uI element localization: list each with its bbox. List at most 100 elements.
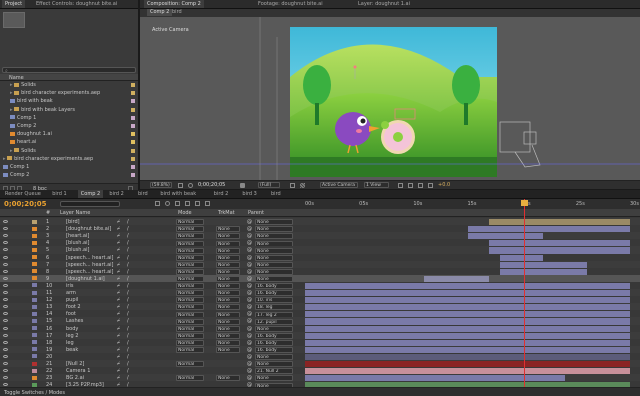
- label-color-swatch[interactable]: [131, 107, 135, 112]
- mode-column-header[interactable]: Mode: [178, 210, 192, 216]
- project-search-input[interactable]: ⌕: [2, 67, 136, 74]
- region-of-interest-icon[interactable]: [290, 183, 295, 188]
- timeline-tab[interactable]: bird: [135, 190, 151, 198]
- label-color-swatch[interactable]: [131, 91, 135, 96]
- fast-previews-icon[interactable]: [408, 183, 413, 188]
- label-color-swatch[interactable]: [131, 99, 135, 104]
- visibility-eye-icon[interactable]: [3, 362, 8, 365]
- timeline-timecode[interactable]: 0;00;20;05: [4, 200, 47, 208]
- snapshot-icon[interactable]: [240, 183, 245, 188]
- safe-zones-icon[interactable]: [178, 183, 183, 188]
- label-color-swatch[interactable]: [131, 148, 135, 153]
- label-color-swatch[interactable]: [32, 269, 37, 274]
- visibility-eye-icon[interactable]: [3, 291, 8, 294]
- project-item[interactable]: Comp 2: [0, 172, 138, 179]
- view-layout-dropdown[interactable]: 1 View: [364, 182, 389, 189]
- time-ruler[interactable]: 00s05s10s15s20s25s30s: [305, 199, 639, 209]
- visibility-eye-icon[interactable]: [3, 383, 8, 387]
- mask-visibility-icon[interactable]: [188, 183, 193, 188]
- visibility-eye-icon[interactable]: [3, 234, 8, 238]
- project-item[interactable]: bird with beak: [0, 98, 138, 105]
- layer-name-column-header[interactable]: Layer Name: [60, 210, 90, 216]
- current-time-display[interactable]: 0;00;20;05: [198, 182, 225, 188]
- visibility-eye-icon[interactable]: [3, 340, 8, 344]
- label-color-swatch[interactable]: [32, 347, 37, 352]
- timeline-icon[interactable]: [418, 183, 423, 188]
- trkmat-column-header[interactable]: TrkMat: [218, 210, 235, 216]
- label-color-swatch[interactable]: [32, 354, 37, 359]
- composition-viewer[interactable]: Active Camera: [140, 17, 640, 180]
- playhead-handle[interactable]: [520, 200, 528, 206]
- parent-column-header[interactable]: Parent: [248, 210, 264, 216]
- label-color-swatch[interactable]: [32, 276, 37, 281]
- tab-effect-controls[interactable]: Effect Controls: doughnut bite.ai: [33, 0, 120, 8]
- toggle-pixel-aspect-icon[interactable]: [398, 183, 403, 188]
- visibility-eye-icon[interactable]: [3, 333, 8, 337]
- label-color-swatch[interactable]: [131, 83, 135, 87]
- project-item[interactable]: ▸ Solids: [0, 148, 138, 155]
- project-item[interactable]: heart.ai: [0, 139, 138, 146]
- visibility-eye-icon[interactable]: [3, 319, 8, 323]
- project-item[interactable]: ▸ bird with beak Layers: [0, 107, 138, 114]
- visibility-eye-icon[interactable]: [3, 347, 8, 351]
- label-color-swatch[interactable]: [131, 140, 135, 145]
- label-color-swatch[interactable]: [32, 304, 37, 309]
- tab-composition[interactable]: Composition: Comp 2: [144, 0, 204, 8]
- draft-3d-icon[interactable]: [165, 201, 170, 206]
- project-item[interactable]: Comp 1: [0, 115, 138, 122]
- label-color-swatch[interactable]: [32, 255, 37, 259]
- flowchart-icon[interactable]: [428, 183, 433, 188]
- camera-view-dropdown[interactable]: Active Camera: [320, 182, 358, 189]
- visibility-eye-icon[interactable]: [3, 220, 8, 223]
- label-color-swatch[interactable]: [32, 297, 37, 302]
- visibility-eye-icon[interactable]: [3, 283, 8, 287]
- timeline-tab[interactable]: Comp 2: [77, 190, 104, 198]
- timeline-tab[interactable]: bird 2: [211, 190, 231, 198]
- label-color-swatch[interactable]: [32, 326, 37, 330]
- visibility-eye-icon[interactable]: [3, 305, 8, 309]
- visibility-eye-icon[interactable]: [3, 369, 8, 373]
- timeline-tab[interactable]: bird 3: [239, 190, 259, 198]
- visibility-eye-icon[interactable]: [3, 276, 8, 280]
- visibility-eye-icon[interactable]: [3, 255, 8, 259]
- project-item[interactable]: Comp 2: [0, 123, 138, 130]
- visibility-eye-icon[interactable]: [3, 312, 8, 316]
- playhead[interactable]: [523, 199, 525, 387]
- visibility-eye-icon[interactable]: [3, 227, 8, 231]
- resolution-dropdown[interactable]: (Full): [258, 182, 280, 189]
- visibility-eye-icon[interactable]: [3, 262, 8, 266]
- label-color-swatch[interactable]: [32, 219, 37, 224]
- visibility-eye-icon[interactable]: [3, 376, 8, 380]
- name-column-header[interactable]: Name: [9, 75, 24, 81]
- num-column-header[interactable]: #: [46, 210, 50, 216]
- project-item[interactable]: ▸ bird character experiments.aep: [0, 90, 138, 97]
- label-color-swatch[interactable]: [131, 165, 135, 169]
- project-item[interactable]: ▸ Solids: [0, 82, 138, 89]
- visibility-eye-icon[interactable]: [3, 248, 8, 252]
- label-color-swatch[interactable]: [32, 368, 37, 373]
- visibility-eye-icon[interactable]: [3, 326, 8, 330]
- tab-layer[interactable]: Layer: doughnut 1.ai: [355, 0, 413, 8]
- label-color-swatch[interactable]: [32, 340, 37, 345]
- label-color-swatch[interactable]: [32, 290, 37, 295]
- comp-mini-flowchart-icon[interactable]: [155, 201, 160, 206]
- label-color-swatch[interactable]: [131, 173, 135, 178]
- exposure-value[interactable]: +0.0: [438, 182, 450, 188]
- label-color-swatch[interactable]: [32, 240, 37, 245]
- project-item[interactable]: doughnut 1.ai: [0, 131, 138, 138]
- project-item[interactable]: Comp 1: [0, 164, 138, 171]
- zoom-dropdown[interactable]: (59.8%): [150, 182, 172, 189]
- label-color-swatch[interactable]: [32, 375, 37, 380]
- toggle-switches-modes-button[interactable]: Toggle Switches / Modes: [4, 390, 65, 396]
- label-color-swatch[interactable]: [32, 311, 37, 316]
- timeline-tab[interactable]: bird 2: [106, 190, 126, 198]
- label-color-swatch[interactable]: [131, 156, 135, 161]
- label-color-swatch[interactable]: [32, 283, 37, 288]
- hide-shy-layers-icon[interactable]: [175, 201, 180, 206]
- visibility-eye-icon[interactable]: [3, 269, 8, 273]
- transparency-grid-icon[interactable]: [300, 183, 305, 188]
- project-item[interactable]: ▸ bird character experiments.aep: [0, 156, 138, 163]
- label-color-swatch[interactable]: [32, 361, 37, 366]
- visibility-eye-icon[interactable]: [3, 241, 8, 245]
- timeline-tab[interactable]: bird with beak: [157, 190, 199, 198]
